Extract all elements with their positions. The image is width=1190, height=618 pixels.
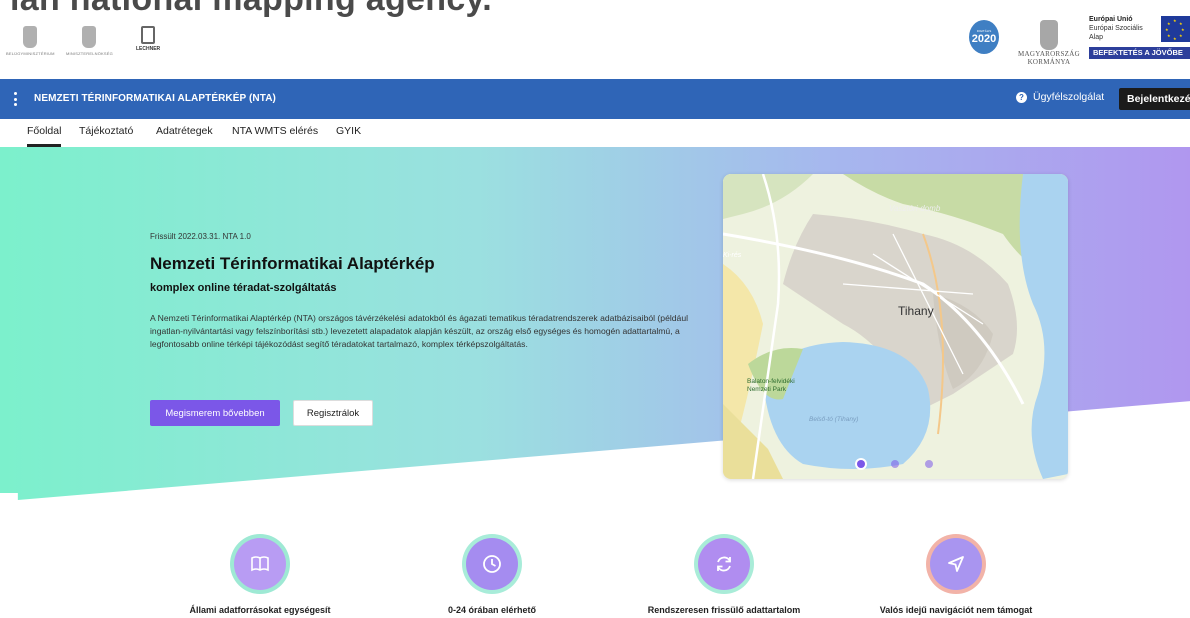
lechner-logo[interactable]: LECHNER	[136, 26, 160, 52]
digital-2020-badge[interactable]: DIGITÁLIS 2020	[969, 20, 999, 54]
tab-home[interactable]: Főoldal	[27, 125, 61, 137]
feature-label: Állami adatforrásokat egységesít	[189, 605, 331, 615]
ministry-logo-1[interactable]: BELÜGYMINISZTÉRIUM	[6, 26, 55, 56]
carousel-dot-2[interactable]	[891, 460, 899, 468]
refresh-icon	[717, 556, 731, 572]
hero-description: A Nemzeti Térinformatikai Alaptérkép (NT…	[150, 313, 689, 349]
feature-label: 0-24 órában elérhető	[447, 605, 537, 615]
crest-icon	[82, 26, 97, 48]
feature-label: Valós idejű navigációt nem támogat	[879, 605, 1033, 615]
feature-badge	[698, 538, 750, 590]
feature-badge	[234, 538, 286, 590]
feature-unified-sources: Állami adatforrásokat egységesít	[150, 538, 370, 615]
map-label-park: Balaton-felvidéki Nemzeti Park	[747, 378, 795, 393]
eu-line1: Európai Unió	[1089, 16, 1133, 23]
lechner-icon	[141, 26, 156, 44]
nav-tabs: Főoldal Tájékoztató Adatrétegek NTA WMTS…	[0, 119, 1190, 147]
feature-updates: Rendszeresen frissülő adattartalom	[614, 538, 834, 615]
feature-badge	[930, 538, 982, 590]
tab-wmts[interactable]: NTA WMTS elérés	[232, 125, 318, 137]
page: ian national mapping agency. BELÜGYMINIS…	[0, 0, 1190, 618]
feature-navigation: Valós idejű navigációt nem támogat	[846, 538, 1066, 615]
app-title[interactable]: NEMZETI TÉRINFORMATIKAI ALAPTÉRKÉP (NTA)	[34, 93, 276, 104]
eu-funding-logo[interactable]: Európai Unió Európai Szociális Alap ★ ★ ★…	[1089, 16, 1190, 68]
help-icon: ?	[1016, 91, 1027, 103]
eu-line3: Alap	[1089, 34, 1104, 41]
learn-more-button[interactable]: Megismerem bővebben	[150, 400, 280, 426]
hero-subtitle: komplex online téradat-szolgáltatás	[150, 282, 337, 294]
tab-faq[interactable]: GYIK	[336, 125, 361, 137]
map-label-town: Tihany	[898, 304, 934, 318]
app-bar: NEMZETI TÉRINFORMATIKAI ALAPTÉRKÉP (NTA)…	[0, 79, 1190, 119]
menu-icon[interactable]	[14, 92, 18, 106]
ministry-logo-2-text: MINISZTERELNÖKSÉG	[66, 51, 113, 56]
feature-availability: 0-24 órában elérhető	[382, 538, 602, 615]
clock-icon	[483, 555, 501, 573]
government-line1: MAGYARORSZÁG	[1018, 50, 1080, 58]
hungarian-crest-icon	[1040, 20, 1058, 50]
map-graphic	[723, 174, 1068, 479]
badge-year-text: 2020	[971, 33, 997, 45]
feature-label: Rendszeresen frissülő adattartalom	[647, 605, 801, 615]
active-tab-indicator	[27, 144, 61, 147]
eu-line2: Európai Szociális	[1089, 25, 1143, 32]
update-info: Frissült 2022.03.31. NTA 1.0	[150, 232, 251, 241]
eu-banner: BEFEKTETÉS A JÖVŐBE	[1089, 47, 1190, 59]
help-link[interactable]: ? Ügyfélszolgálat	[1016, 91, 1104, 103]
login-button[interactable]: Bejelentkezés	[1119, 88, 1190, 110]
help-label: Ügyfélszolgálat	[1033, 91, 1105, 103]
carousel-dot-3[interactable]	[925, 460, 933, 468]
map-label-ki: Ki-rés	[723, 252, 742, 259]
logo-strip: BELÜGYMINISZTÉRIUM MINISZTERELNÖKSÉG LEC…	[0, 16, 1190, 78]
tab-info[interactable]: Tájékoztató	[79, 125, 133, 137]
map-preview[interactable]: Vasztóri-domb Ki-rés Tihany Balaton-felv…	[723, 174, 1068, 479]
image-caption: ian national mapping agency.	[10, 0, 492, 19]
eu-flag-icon: ★ ★ ★ ★ ★ ★ ★ ★	[1161, 16, 1190, 42]
book-icon	[251, 556, 269, 572]
carousel-dot-1[interactable]	[857, 460, 865, 468]
crest-icon	[23, 26, 38, 48]
navigation-icon	[948, 556, 964, 572]
hero-title: Nemzeti Térinformatikai Alaptérkép	[150, 254, 435, 273]
feature-badge	[466, 538, 518, 590]
map-label-hill: Vasztóri-domb	[889, 204, 941, 213]
ministry-logo-2[interactable]: MINISZTERELNÖKSÉG	[66, 26, 113, 56]
lechner-logo-text: LECHNER	[136, 46, 161, 52]
government-logo[interactable]: MAGYARORSZÁG KORMÁNYA	[1018, 20, 1080, 66]
ministry-logo-1-text: BELÜGYMINISZTÉRIUM	[6, 51, 55, 56]
government-line2: KORMÁNYA	[1027, 58, 1071, 66]
map-label-lake: Belső-tó (Tihany)	[809, 416, 859, 423]
carousel-dots	[857, 460, 933, 468]
tab-data-layers[interactable]: Adatrétegek	[156, 125, 213, 137]
register-button[interactable]: Regisztrálok	[293, 400, 373, 426]
